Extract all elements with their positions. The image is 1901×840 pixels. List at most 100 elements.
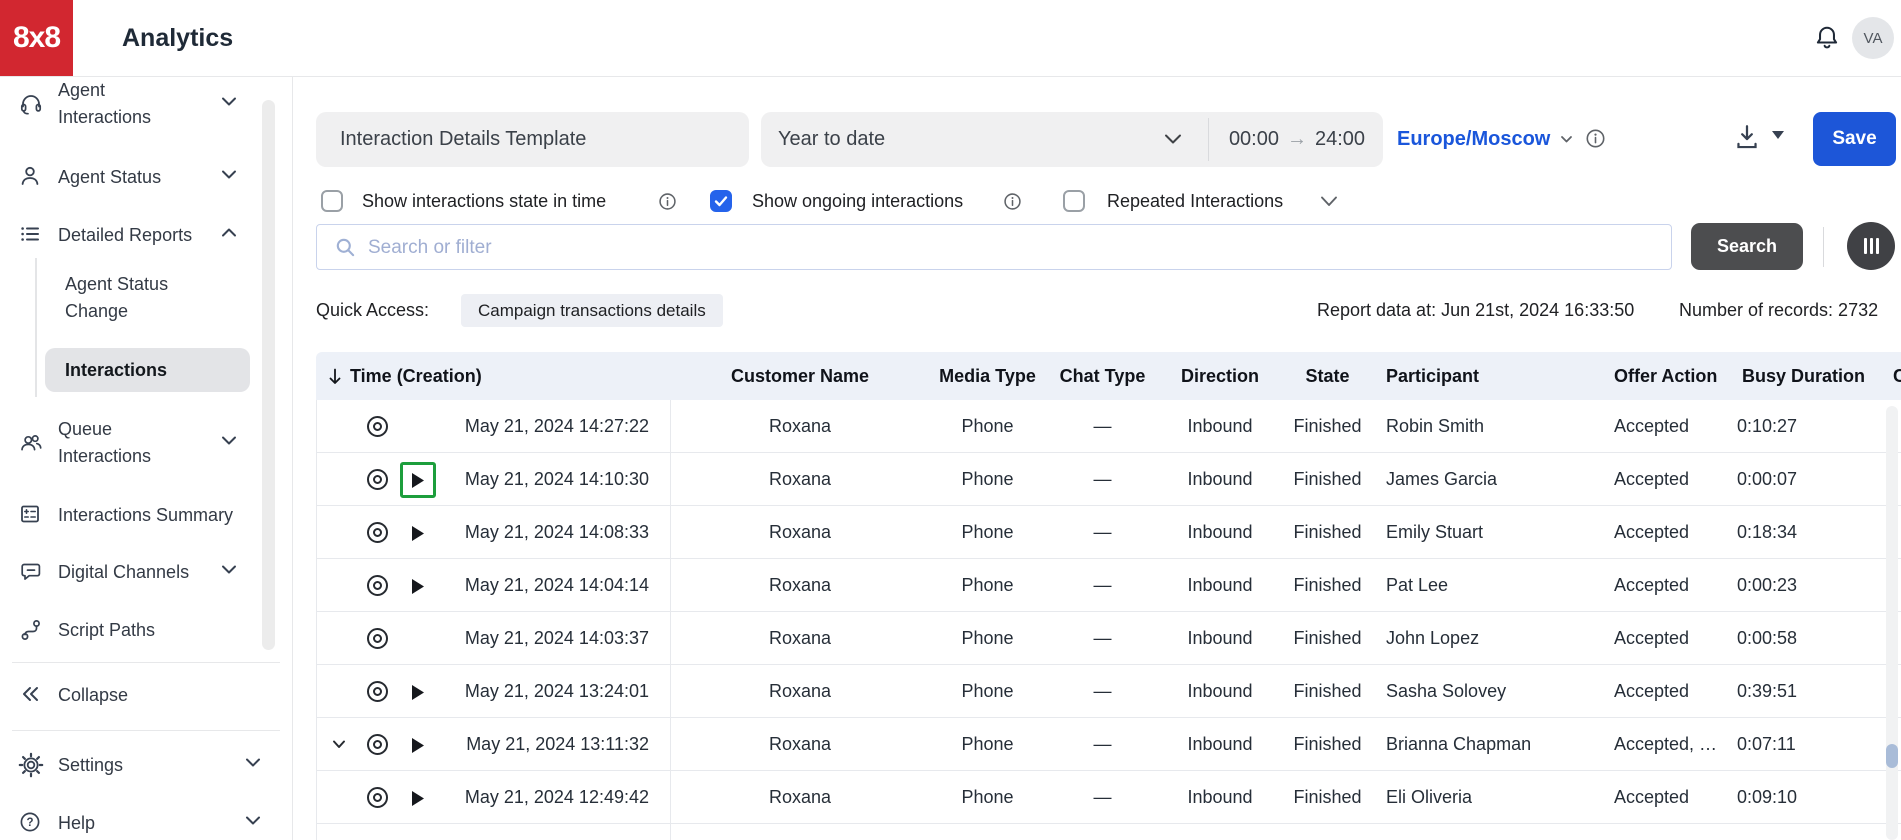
sidebar-item-detailed-reports[interactable]: Detailed Reports [8, 213, 258, 257]
columns-button[interactable] [1847, 222, 1895, 270]
column-header-state[interactable]: State [1280, 352, 1375, 400]
play-button[interactable] [400, 568, 436, 604]
analytics-app: 8x8 Analytics VA Agent Interactions Agen… [0, 0, 1901, 840]
row-media-type: Phone [961, 786, 1014, 807]
checkbox-label: Show interactions state in time [362, 190, 607, 211]
column-header-time[interactable]: Time (Creation) [327, 352, 482, 400]
table-row[interactable]: May 21, 2024 14:04:14 Roxana Phone — Inb… [316, 559, 1901, 612]
sidebar-item-label: Digital Channels [58, 561, 190, 582]
eye-view-button[interactable] [367, 416, 388, 437]
filter-checkbox[interactable] [710, 190, 732, 212]
sidebar-item-agent-interactions[interactable]: Agent Interactions [8, 76, 258, 132]
sidebar-item-queue-interactions[interactable]: Queue Interactions [8, 415, 258, 471]
column-header-participant[interactable]: Participant [1386, 352, 1479, 400]
play-button[interactable] [400, 674, 436, 710]
column-header-customer-name[interactable]: Customer Name [670, 352, 930, 400]
play-icon [412, 790, 424, 806]
info-icon[interactable] [658, 192, 677, 216]
download-options-caret[interactable] [1772, 131, 1784, 139]
column-header-offer-action[interactable]: Offer Action [1614, 352, 1717, 400]
column-header-chat-type[interactable]: Chat Type [1045, 352, 1160, 400]
sidebar-divider-line [12, 662, 280, 663]
search-input[interactable] [366, 225, 1660, 271]
search-button[interactable]: Search [1691, 223, 1803, 270]
play-button[interactable] [400, 780, 436, 816]
row-chat-type: — [1093, 786, 1112, 807]
sidebar-item-script-paths[interactable]: Script Paths [8, 608, 258, 652]
sidebar-item-help[interactable]: ? Help [8, 801, 260, 840]
row-busy-duration: 0:10:27 [1737, 415, 1798, 436]
play-icon [412, 684, 424, 700]
8x8-logo: 8x8 [0, 0, 73, 76]
time-column-divider [670, 400, 671, 840]
column-header-media-type[interactable]: Media Type [930, 352, 1045, 400]
sidebar-scrollbar[interactable] [262, 100, 275, 650]
chevron-down-icon [1160, 126, 1186, 157]
expand-chevron-icon[interactable] [330, 735, 348, 758]
table-scrollbar-track[interactable] [1886, 406, 1898, 840]
collapse-button[interactable]: Collapse [8, 673, 258, 717]
quick-access-chip[interactable]: Campaign transactions details [461, 294, 723, 327]
eye-view-button[interactable] [367, 575, 388, 596]
sidebar-item-label: Agent Status [58, 166, 162, 187]
row-state: Finished [1293, 627, 1362, 648]
row-time: May 21, 2024 14:10:30 [464, 468, 649, 489]
timezone-link[interactable]: Europe/Moscow [1397, 112, 1550, 167]
chevron-down-icon[interactable] [1318, 194, 1340, 215]
row-direction: Inbound [1187, 733, 1253, 754]
row-chat-type: — [1093, 680, 1112, 701]
collapse-label: Collapse [58, 684, 129, 705]
settings-label: Settings [58, 754, 124, 775]
table-row[interactable]: May 21, 2024 12:49:42 Roxana Phone — Inb… [316, 771, 1901, 824]
row-media-type: Phone [961, 574, 1014, 595]
row-media-type: Phone [961, 627, 1014, 648]
row-chat-type: — [1093, 468, 1112, 489]
row-direction: Inbound [1187, 627, 1253, 648]
eye-view-button[interactable] [367, 628, 388, 649]
save-button[interactable]: Save [1813, 112, 1896, 166]
sidebar-item-agent-status[interactable]: Agent Status [8, 155, 258, 199]
row-media-type: Phone [961, 733, 1014, 754]
template-name-input[interactable]: Interaction Details Template [316, 112, 749, 167]
filter-checkbox[interactable] [1063, 190, 1085, 212]
filter-checkbox[interactable] [321, 190, 343, 212]
table-row[interactable]: May 21, 2024 13:11:32 Roxana Phone — Inb… [316, 718, 1901, 771]
column-header-partial[interactable]: C [1893, 352, 1901, 400]
download-button[interactable] [1732, 122, 1764, 156]
checkbox-label: Show ongoing interactions [752, 190, 964, 211]
table-row[interactable]: May 21, 2024 14:27:22 Roxana Phone — Inb… [316, 400, 1901, 453]
svg-text:?: ? [26, 817, 33, 829]
avatar[interactable]: VA [1852, 17, 1894, 59]
sidebar-item-settings[interactable]: Settings [8, 743, 260, 787]
headset-icon [18, 91, 44, 117]
sidebar-subitem-interactions[interactable]: Interactions [45, 348, 250, 392]
row-direction: Inbound [1187, 415, 1253, 436]
sidebar-item-interactions-summary[interactable]: Interactions Summary [8, 493, 258, 537]
row-busy-duration: 0:00:07 [1737, 468, 1798, 489]
info-icon[interactable] [1003, 192, 1022, 216]
column-header-direction[interactable]: Direction [1160, 352, 1280, 400]
table-row[interactable]: May 21, 2024 14:03:37 Roxana Phone — Inb… [316, 612, 1901, 665]
sidebar-subitem-agent-status-change[interactable]: Agent Status Change [45, 270, 250, 326]
eye-view-button[interactable] [367, 734, 388, 755]
column-header-busy-duration[interactable]: Busy Duration [1742, 352, 1865, 400]
row-time: May 21, 2024 12:49:42 [464, 786, 649, 807]
eye-view-button[interactable] [367, 522, 388, 543]
page-title: Analytics [122, 23, 234, 52]
eye-view-button[interactable] [367, 469, 388, 490]
time-range-picker[interactable]: 00:00 → 24:00 [1222, 112, 1372, 167]
table-scrollbar-thumb[interactable] [1886, 744, 1898, 768]
play-button[interactable] [400, 462, 436, 498]
table-body: May 21, 2024 14:27:22 Roxana Phone — Inb… [316, 400, 1901, 840]
eye-view-button[interactable] [367, 787, 388, 808]
row-chat-type: — [1093, 521, 1112, 542]
timezone-info-icon[interactable] [1585, 128, 1606, 154]
play-button[interactable] [400, 515, 436, 551]
eye-view-button[interactable] [367, 681, 388, 702]
table-row[interactable]: May 21, 2024 14:10:30 Roxana Phone — Inb… [316, 453, 1901, 506]
bell-icon[interactable] [1812, 24, 1842, 54]
sidebar-item-digital-channels[interactable]: Digital Channels [8, 550, 258, 594]
table-row[interactable]: May 21, 2024 13:24:01 Roxana Phone — Inb… [316, 665, 1901, 718]
table-row[interactable]: May 21, 2024 14:08:33 Roxana Phone — Inb… [316, 506, 1901, 559]
play-button[interactable] [400, 727, 436, 763]
